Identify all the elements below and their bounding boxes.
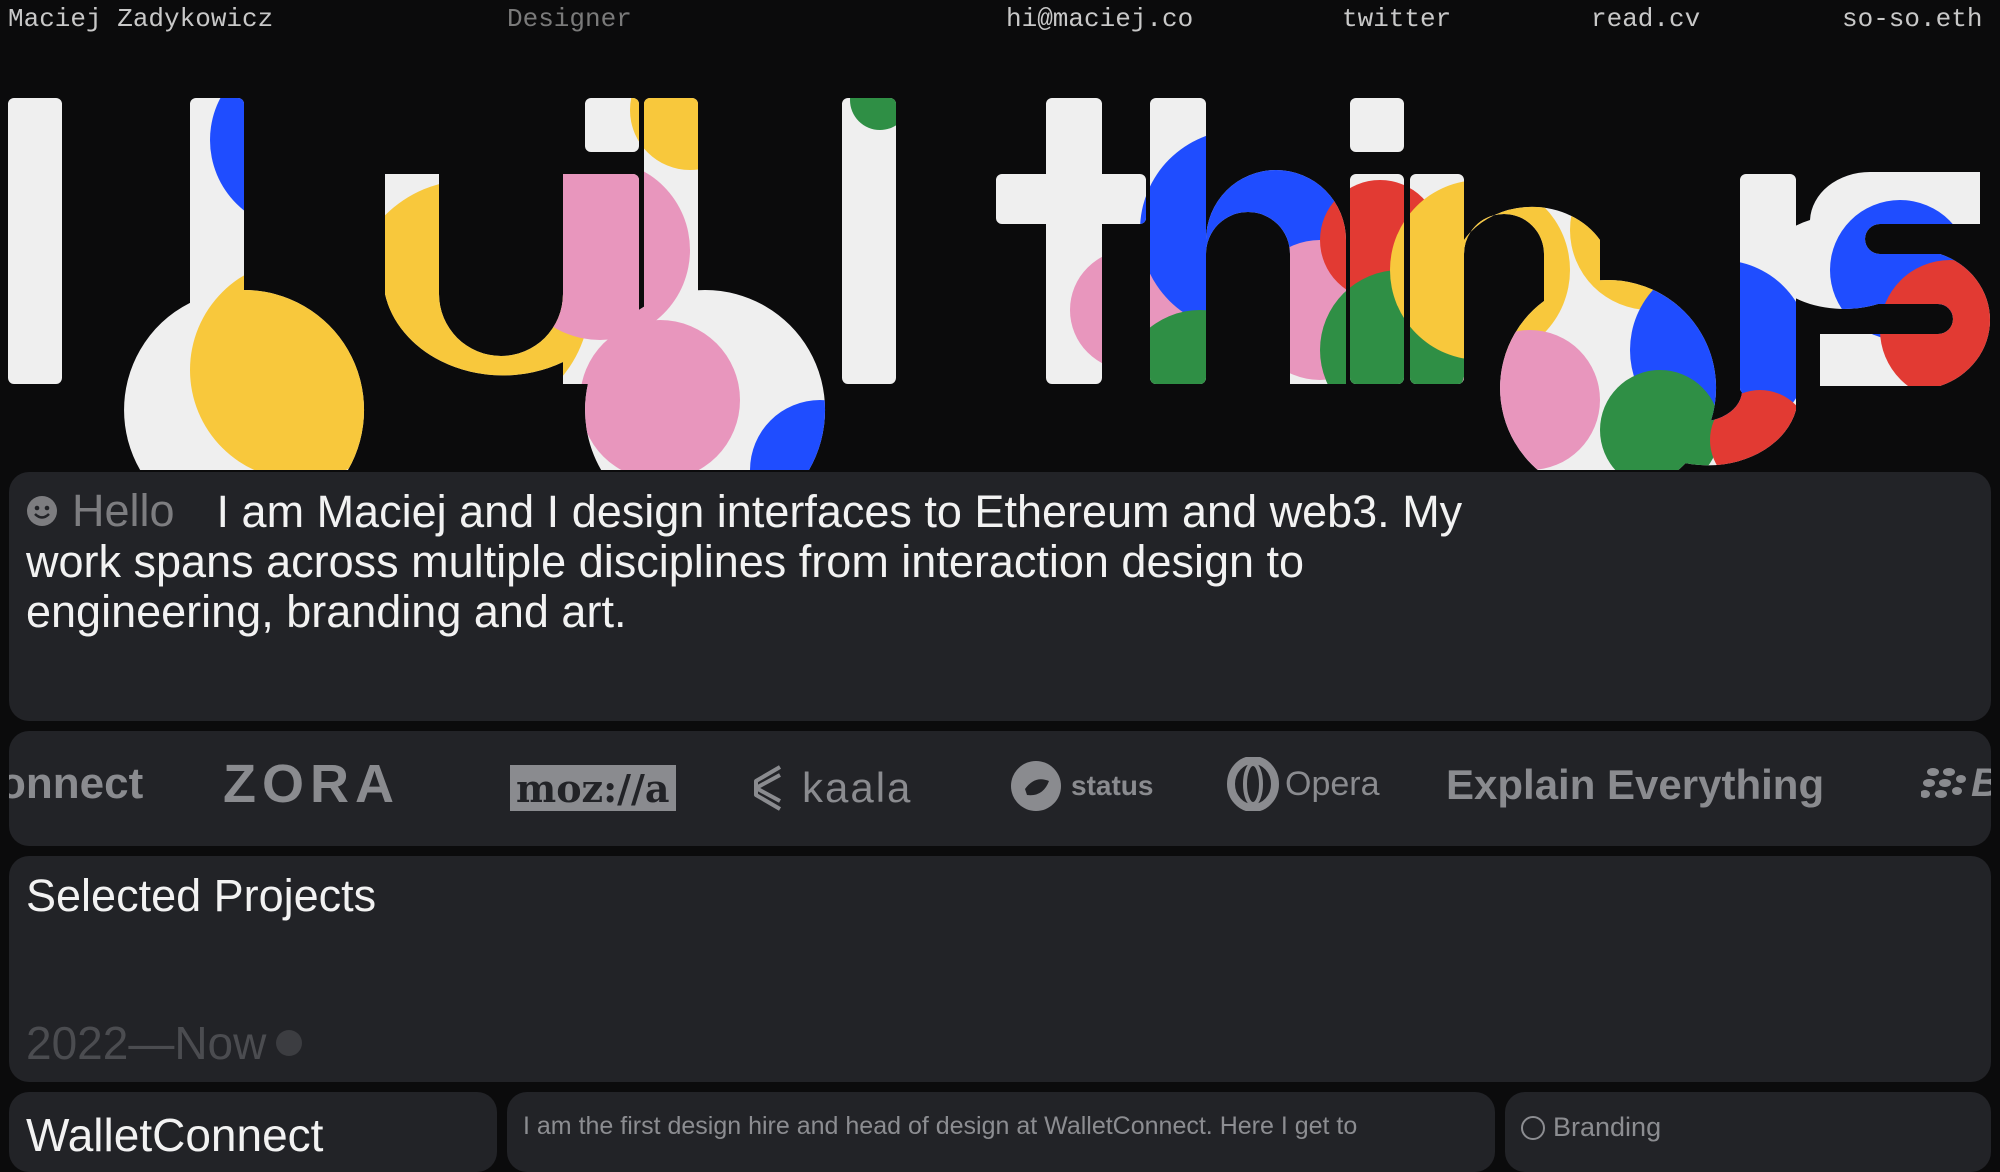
email-link[interactable]: hi@maciej.co [1006,4,1193,34]
client-logos-card: onnect ZORA moz://a kaala status Opera E… [9,731,1991,846]
hero-lettering [8,98,1991,470]
opera-text: Opera [1285,764,1380,803]
selected-projects-title: Selected Projects [26,870,377,921]
period-text: 2022—Now [26,1017,267,1069]
smile-icon [27,496,57,526]
intro-text-block: Hello I am Maciej and I design interface… [26,486,1506,637]
client-logo-blackberry: Bl [1921,761,1991,806]
period-label: 2022—Now [26,1016,303,1070]
client-logo-kaala: kaala [750,763,912,813]
blackberry-text: Bl [1971,761,1991,806]
client-logo-mozilla: moz://a [510,765,676,811]
kaala-text: kaala [802,764,913,811]
project-description-card: I am the first design hire and head of d… [507,1092,1495,1172]
hello-label: Hello [26,486,175,536]
kaala-icon [754,765,782,811]
status-text: status [1071,770,1154,801]
period-dot-icon [276,1030,303,1056]
site-owner-name[interactable]: Maciej Zadykowicz [8,4,273,34]
status-icon [1011,761,1061,811]
project-tag-card: Branding [1505,1092,1991,1172]
project-name: WalletConnect [26,1109,324,1161]
readcv-link[interactable]: read.cv [1591,4,1700,34]
selected-projects-card: Selected Projects 2022—Now [9,856,1991,1082]
intro-card: Hello I am Maciej and I design interface… [9,472,1991,721]
hello-text: Hello [72,485,175,536]
client-logo-zora: ZORA [223,754,400,814]
hero-headline [0,70,2000,470]
project-tag-text: Branding [1553,1112,1662,1142]
intro-paragraph: I am Maciej and I design interfaces to E… [26,486,1463,637]
project-tag: Branding [1521,1112,1661,1143]
client-logo-walletconnect: onnect [9,759,144,808]
top-nav: Maciej Zadykowicz Designer hi@maciej.co … [0,0,2000,44]
project-name-card[interactable]: WalletConnect [9,1092,497,1172]
twitter-link[interactable]: twitter [1342,4,1451,34]
client-logo-opera: Opera [1227,757,1380,811]
client-logo-explain-everything: Explain Everything [1446,761,1825,808]
project-description: I am the first design hire and head of d… [523,1112,1358,1140]
tag-circle-icon [1521,1115,1545,1140]
blackberry-icon [1921,767,1966,798]
client-logo-status: status [1011,761,1153,811]
role-label: Designer [507,4,632,34]
opera-icon [1227,757,1279,811]
ens-link[interactable]: so-so.eth [1842,4,1982,34]
